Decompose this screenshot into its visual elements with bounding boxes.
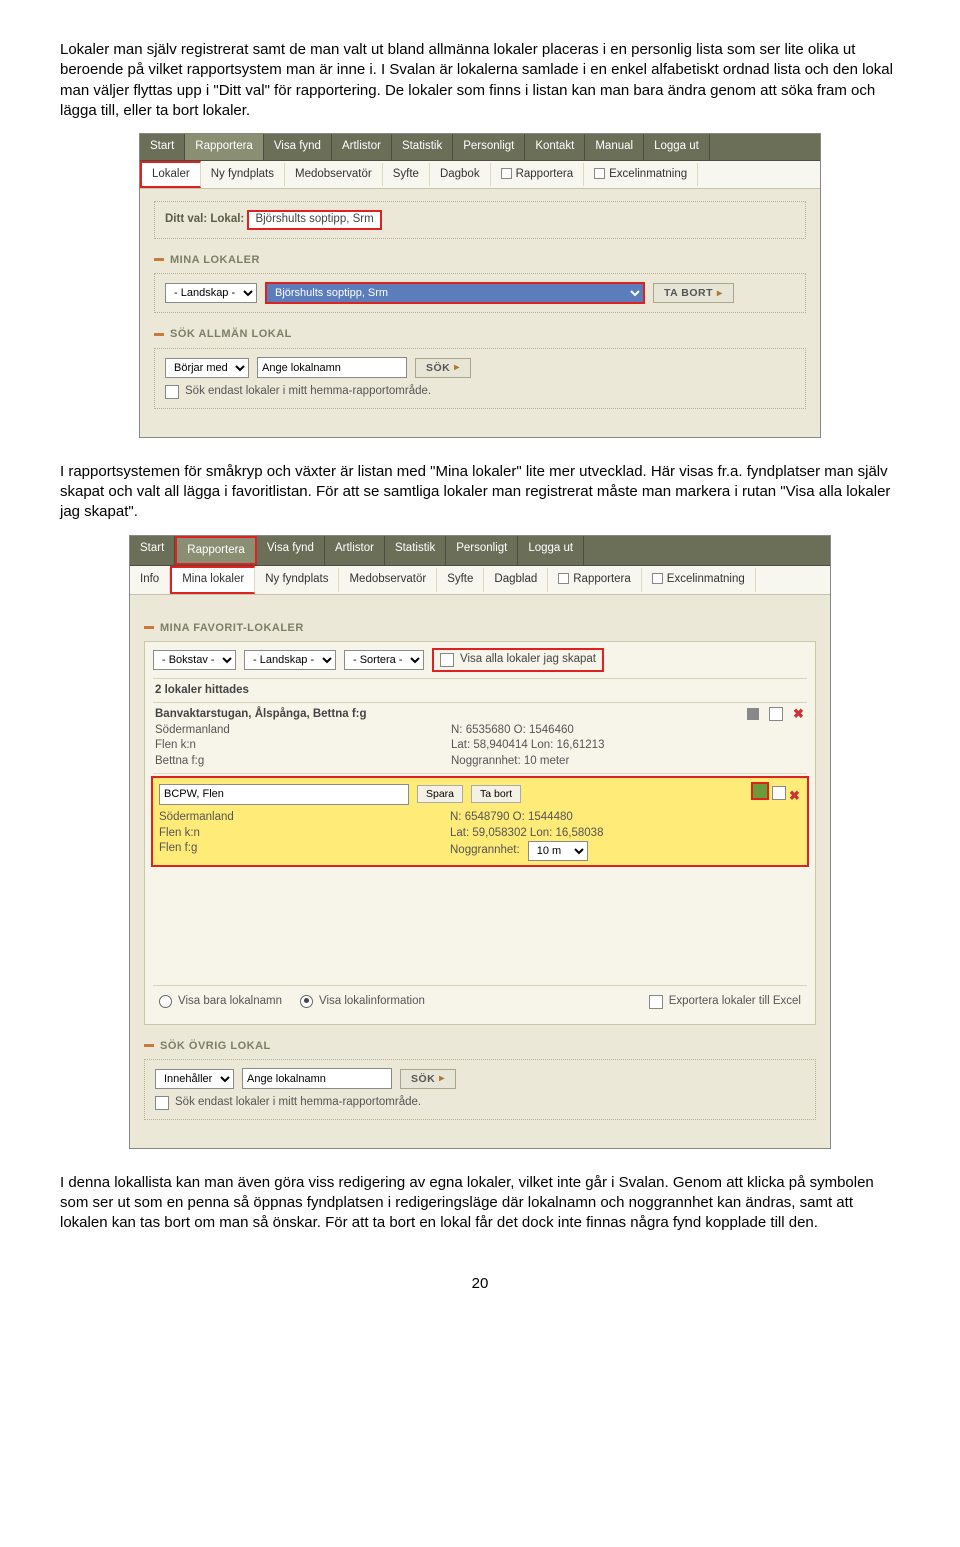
sub2-nyfynd[interactable]: Ny fyndplats xyxy=(255,568,339,592)
ditt-val-label: Lokal: xyxy=(210,213,244,225)
nav-statistik[interactable]: Statistik xyxy=(392,134,453,160)
checkbox-icon[interactable] xyxy=(772,786,786,800)
ditt-val-value: Björshults soptipp, Srm xyxy=(247,210,381,230)
sortera-select[interactable]: - Sortera - xyxy=(344,650,424,670)
nav-kontakt[interactable]: Kontakt xyxy=(525,134,585,160)
table-row-editing: Spara Ta bort ✖ Södermanland Flen k:n xyxy=(151,776,809,867)
visa-lokalnamn-radio[interactable] xyxy=(159,995,172,1008)
row1-name: Banvaktarstugan, Ålspånga, Bettna f:g xyxy=(155,707,439,723)
app1-topnav: Start Rapportera Visa fynd Artlistor Sta… xyxy=(140,134,820,161)
subnav-nyfyndplats[interactable]: Ny fyndplats xyxy=(201,163,285,187)
landskap-select[interactable]: - Landskap - xyxy=(165,283,257,303)
subnav-rapportera[interactable]: Rapportera xyxy=(491,163,585,187)
subnav-lokaler[interactable]: Lokaler xyxy=(140,161,201,189)
visa-alla-checkbox[interactable] xyxy=(440,653,454,667)
subnav-dagbok[interactable]: Dagbok xyxy=(430,163,491,187)
nav-artlistor[interactable]: Artlistor xyxy=(332,134,392,160)
pencil-icon[interactable] xyxy=(747,708,759,720)
paragraph-3: I denna lokallista kan man även göra vis… xyxy=(60,1173,900,1234)
spara-button[interactable]: Spara xyxy=(417,785,463,803)
table-row: Banvaktarstugan, Ålspånga, Bettna f:g Sö… xyxy=(153,703,807,774)
section-fav-lokaler: MINA FAVORIT-LOKALER xyxy=(144,621,816,636)
app2-topnav: Start Rapportera Visa fynd Artlistor Sta… xyxy=(130,536,830,567)
accuracy-select[interactable]: 10 m xyxy=(528,841,588,861)
checkbox-icon[interactable] xyxy=(769,707,783,721)
nav2-artlistor[interactable]: Artlistor xyxy=(325,536,385,566)
section-mina-lokaler: MINA LOKALER xyxy=(154,253,806,268)
landskap2-select[interactable]: - Landskap - xyxy=(244,650,336,670)
subnav-excel[interactable]: Excelinmatning xyxy=(584,163,698,187)
nav2-statistik[interactable]: Statistik xyxy=(385,536,446,566)
sok-button[interactable]: SÖK xyxy=(415,358,471,378)
delete-icon[interactable]: ✖ xyxy=(793,708,805,720)
nav2-rapportera[interactable]: Rapportera xyxy=(175,536,257,566)
lokal-select[interactable]: Björshults soptipp, Srm xyxy=(265,282,645,304)
delete-icon[interactable]: ✖ xyxy=(789,790,801,802)
sub2-excel[interactable]: Excelinmatning xyxy=(642,568,756,592)
subnav-syfte[interactable]: Syfte xyxy=(383,163,430,187)
nav-logga-ut[interactable]: Logga ut xyxy=(644,134,710,160)
bokstav-select[interactable]: - Bokstav - xyxy=(153,650,236,670)
sok-endast-label: Sök endast lokaler i mitt hemma-rapporto… xyxy=(185,384,431,400)
paragraph-1: Lokaler man själv registrerat samt de ma… xyxy=(60,40,900,121)
row2-name-input[interactable] xyxy=(159,784,409,805)
nav-rapportera[interactable]: Rapportera xyxy=(185,134,264,160)
borjar-med-select[interactable]: Börjar med xyxy=(165,358,249,378)
lokalnamn-input[interactable] xyxy=(257,357,407,378)
sub2-info[interactable]: Info xyxy=(130,568,170,592)
nav-start[interactable]: Start xyxy=(140,134,185,160)
tabort-button[interactable]: Ta bort xyxy=(471,785,521,803)
sub2-rapportera[interactable]: Rapportera xyxy=(548,568,642,592)
sub2-minalokaler[interactable]: Mina lokaler xyxy=(170,566,255,594)
pencil-icon[interactable] xyxy=(751,782,769,800)
ta-bort-button[interactable]: TA BORT xyxy=(653,283,734,303)
ditt-val-prefix: Ditt val: xyxy=(165,213,207,225)
sub2-syfte[interactable]: Syfte xyxy=(437,568,484,592)
nav2-loggaut[interactable]: Logga ut xyxy=(518,536,584,566)
sub2-dagblad[interactable]: Dagblad xyxy=(484,568,548,592)
visa-lokalinfo-radio[interactable] xyxy=(300,995,313,1008)
sok-endast2-checkbox[interactable] xyxy=(155,1096,169,1110)
screenshot-2: Start Rapportera Visa fynd Artlistor Sta… xyxy=(60,535,900,1149)
nav2-visa[interactable]: Visa fynd xyxy=(257,536,325,566)
sok-endast-checkbox[interactable] xyxy=(165,385,179,399)
nav-visa-fynd[interactable]: Visa fynd xyxy=(264,134,332,160)
nav-personligt[interactable]: Personligt xyxy=(453,134,525,160)
nav-manual[interactable]: Manual xyxy=(585,134,644,160)
app2-subnav: Info Mina lokaler Ny fyndplats Medobserv… xyxy=(130,566,830,595)
sok2-button[interactable]: SÖK xyxy=(400,1069,456,1089)
lokalnamn2-input[interactable] xyxy=(242,1068,392,1089)
app1-subnav: Lokaler Ny fyndplats Medobservatör Syfte… xyxy=(140,161,820,190)
paragraph-2: I rapportsystemen för småkryp och växter… xyxy=(60,462,900,523)
page-number: 20 xyxy=(60,1274,900,1294)
innehaller-select[interactable]: Innehåller xyxy=(155,1069,234,1089)
section-sok-allman: SÖK ALLMÄN LOKAL xyxy=(154,327,806,342)
section-sok-ovrig: SÖK ÖVRIG LOKAL xyxy=(144,1039,816,1054)
screenshot-1: Start Rapportera Visa fynd Artlistor Sta… xyxy=(60,133,900,438)
nav2-personligt[interactable]: Personligt xyxy=(446,536,518,566)
nav2-start[interactable]: Start xyxy=(130,536,175,566)
visa-alla-label: Visa alla lokaler jag skapat xyxy=(460,652,596,668)
sub2-medobs[interactable]: Medobservatör xyxy=(339,568,437,592)
export-checkbox[interactable] xyxy=(649,995,663,1009)
found-count: 2 lokaler hittades xyxy=(153,679,807,704)
subnav-medobs[interactable]: Medobservatör xyxy=(285,163,383,187)
